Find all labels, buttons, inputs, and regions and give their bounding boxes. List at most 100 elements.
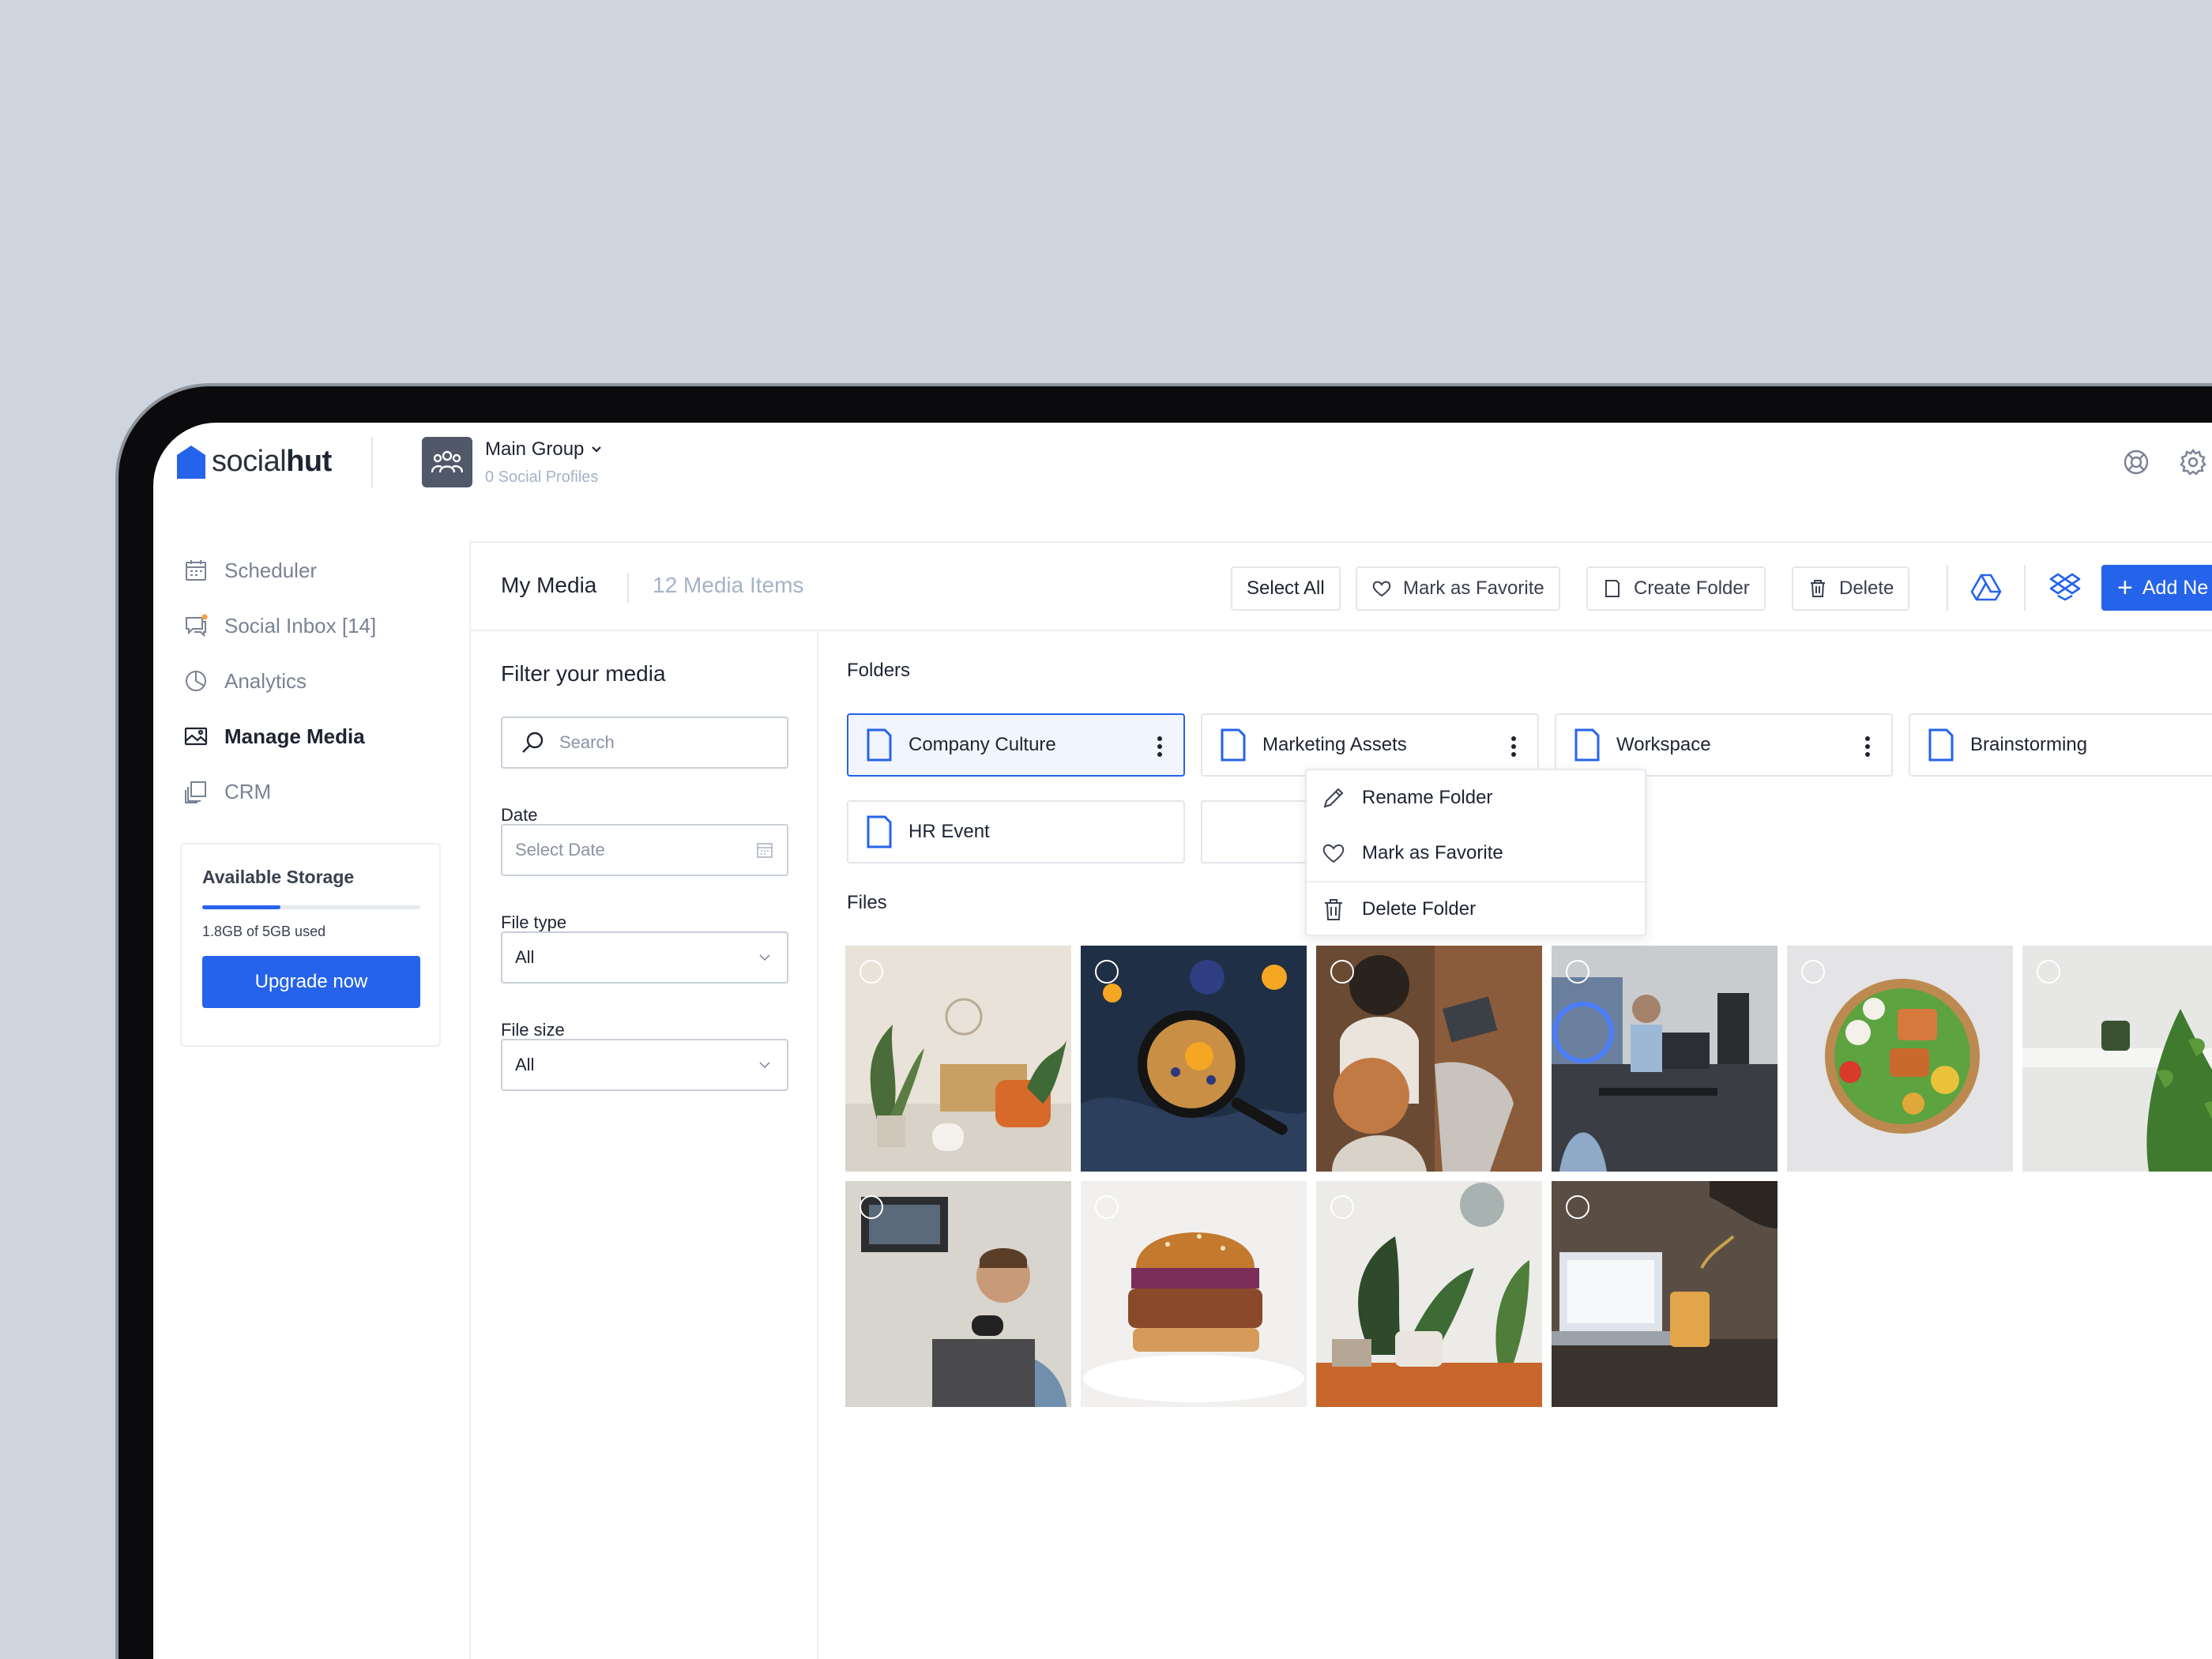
folder-name: Company Culture <box>908 734 1056 755</box>
group-profiles-count: 0 Social Profiles <box>485 468 599 486</box>
sidebar-item-label: Scheduler <box>224 558 318 582</box>
app-screen: socialhut Main Group 0 Social Profiles S… <box>153 423 2212 1659</box>
group-name: Main Group <box>485 438 585 460</box>
sidebar-item-scheduler[interactable]: Scheduler <box>183 543 444 598</box>
group-selector[interactable]: Main Group <box>485 438 603 461</box>
divider <box>2024 565 2026 611</box>
select-checkbox[interactable] <box>1095 1195 1119 1219</box>
calendar-icon <box>757 843 773 858</box>
help-icon[interactable] <box>2122 448 2150 476</box>
top-bar: socialhut Main Group 0 Social Profiles <box>153 423 2212 541</box>
sidebar-item-social-inbox[interactable]: Social Inbox [14] <box>183 598 444 653</box>
sidebar-item-label: Analytics <box>224 668 307 693</box>
sidebar-item-label: CRM <box>224 779 272 803</box>
file-type-label: File type <box>501 912 567 932</box>
storage-used-text: 1.8GB of 5GB used <box>202 924 326 939</box>
copy-icon <box>185 781 206 803</box>
folder-name: Brainstorming <box>1970 734 2088 755</box>
delete-folder-option[interactable]: Delete Folder <box>1307 881 1645 936</box>
search-icon <box>522 732 544 753</box>
chat-icon <box>186 614 208 638</box>
file-type-value: All <box>515 947 535 967</box>
logo-mark-icon <box>177 445 205 479</box>
folder-icon <box>1928 728 1954 762</box>
delete-button[interactable]: Delete <box>1792 566 1910 611</box>
file-thumbnail[interactable] <box>1552 1181 1778 1407</box>
storage-progress-bar <box>202 905 420 909</box>
storage-progress-fill <box>202 905 281 909</box>
rename-folder-label: Rename Folder <box>1362 787 1493 808</box>
sidebar-nav: Scheduler Social Inbox [14] Analytics Ma… <box>183 543 444 819</box>
select-checkbox[interactable] <box>1801 960 1825 984</box>
select-checkbox[interactable] <box>1330 960 1354 984</box>
chevron-down-icon <box>759 1062 770 1069</box>
select-all-button[interactable]: Select All <box>1231 566 1341 611</box>
more-options-icon[interactable] <box>1510 735 1517 758</box>
select-checkbox[interactable] <box>2037 960 2060 984</box>
storage-card: Available Storage 1.8GB of 5GB used Upgr… <box>180 843 441 1047</box>
sidebar-item-crm[interactable]: CRM <box>183 764 444 819</box>
select-checkbox[interactable] <box>1566 960 1589 984</box>
pie-chart-icon <box>186 671 206 691</box>
file-thumbnail[interactable] <box>1316 1181 1542 1407</box>
mark-favorite-option[interactable]: Mark as Favorite <box>1307 826 1645 881</box>
select-all-label: Select All <box>1247 577 1325 599</box>
add-new-label: Add Ne <box>2142 576 2209 599</box>
file-thumbnail[interactable] <box>1787 946 2013 1172</box>
logo[interactable]: socialhut <box>177 445 332 479</box>
delete-label: Delete <box>1839 577 1894 599</box>
group-avatar[interactable] <box>422 437 472 487</box>
plus-icon: + <box>2117 573 2133 603</box>
gear-icon[interactable] <box>2179 448 2207 476</box>
chevron-down-icon <box>759 954 770 961</box>
upgrade-button[interactable]: Upgrade now <box>202 956 420 1008</box>
file-thumbnail[interactable] <box>1081 946 1307 1172</box>
mark-favorite-button[interactable]: Mark as Favorite <box>1356 566 1560 611</box>
calendar-icon <box>186 560 206 581</box>
file-thumbnail[interactable] <box>845 1181 1071 1407</box>
dropbox-icon[interactable] <box>2049 571 2081 603</box>
folder-icon <box>867 728 892 762</box>
file-thumbnail[interactable] <box>845 946 1071 1172</box>
heart-icon <box>1322 844 1345 863</box>
search-placeholder: Search <box>559 732 615 752</box>
file-thumbnail[interactable] <box>1316 946 1542 1172</box>
file-thumbnail[interactable] <box>1081 1181 1307 1407</box>
folder-icon <box>1574 728 1600 762</box>
file-thumbnail[interactable] <box>1552 946 1778 1172</box>
file-size-select[interactable]: All <box>501 1039 788 1091</box>
folder-company-culture[interactable]: Company Culture <box>847 713 1185 777</box>
heart-icon <box>1372 581 1391 597</box>
add-new-button[interactable]: + Add Ne <box>2101 565 2212 611</box>
select-checkbox[interactable] <box>860 1195 883 1219</box>
folder-workspace[interactable]: Workspace <box>1555 713 1893 777</box>
folder-name: HR Event <box>908 821 990 842</box>
select-checkbox[interactable] <box>1095 960 1119 984</box>
sidebar-item-analytics[interactable]: Analytics <box>183 653 444 709</box>
file-type-select[interactable]: All <box>501 931 788 984</box>
file-thumbnail[interactable] <box>2022 946 2212 1172</box>
trash-icon <box>1325 899 1342 920</box>
folder-brainstorming[interactable]: Brainstorming <box>1909 713 2212 777</box>
filter-title: Filter your media <box>501 661 666 686</box>
select-checkbox[interactable] <box>1566 1195 1589 1219</box>
folder-name: Workspace <box>1616 734 1711 755</box>
select-checkbox[interactable] <box>1330 1195 1354 1219</box>
folder-marketing-assets[interactable]: Marketing Assets <box>1201 713 1539 777</box>
sidebar-item-manage-media[interactable]: Manage Media <box>183 709 444 764</box>
create-folder-button[interactable]: Create Folder <box>1586 566 1766 611</box>
more-options-icon[interactable] <box>1864 735 1871 758</box>
search-input[interactable]: Search <box>501 717 788 769</box>
rename-folder-option[interactable]: Rename Folder <box>1307 770 1645 826</box>
google-drive-icon[interactable] <box>1970 571 2002 603</box>
delete-folder-label: Delete Folder <box>1362 898 1477 920</box>
create-folder-label: Create Folder <box>1634 577 1750 599</box>
file-size-value: All <box>515 1055 535 1074</box>
select-checkbox[interactable] <box>860 960 883 984</box>
date-picker[interactable]: Select Date <box>501 824 788 876</box>
folder-hr-event[interactable]: HR Event <box>847 800 1185 863</box>
logo-text: socialhut <box>212 445 332 478</box>
sidebar-item-label: Social Inbox [14] <box>224 613 377 638</box>
page-title: My Media <box>501 573 597 597</box>
more-options-icon[interactable] <box>1157 735 1163 758</box>
